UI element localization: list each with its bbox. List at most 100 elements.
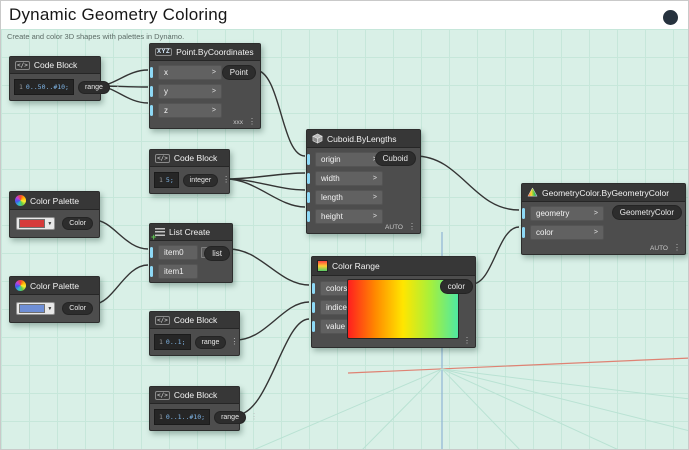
geometry-color-icon: [527, 187, 538, 197]
port-label: geometry: [536, 209, 570, 218]
menu-dots[interactable]: ⋮: [230, 338, 238, 346]
color-dropdown[interactable]: ▼: [16, 217, 56, 230]
point-bycoordinates-node[interactable]: XYZ Point.ByCoordinates x > y > z > Poin…: [149, 43, 261, 129]
wire[interactable]: [225, 172, 306, 180]
output-port-geometrycolor[interactable]: GeometryColor: [611, 205, 682, 220]
chevron-icon: >: [372, 194, 377, 201]
code-editor[interactable]: 1 0..1;: [154, 334, 191, 350]
code-block-node-2[interactable]: </> Code Block 1 5; integer ⋮: [149, 149, 230, 194]
lacing-indicator[interactable]: AUTO: [650, 245, 668, 252]
node-header[interactable]: </> Code Block: [150, 312, 239, 329]
code-icon: </>: [155, 153, 170, 163]
node-header[interactable]: </> Code Block: [10, 57, 100, 74]
port-label: item1: [164, 267, 184, 276]
menu-dots[interactable]: ⋮: [250, 413, 258, 421]
geometrycolor-node[interactable]: GeometryColor.ByGeometryColor geometry >…: [521, 183, 686, 255]
color-range-node[interactable]: Color Range colors indices value color ⋮: [311, 256, 476, 348]
menu-dots[interactable]: ⋮: [463, 337, 471, 345]
output-port-integer[interactable]: integer: [182, 173, 219, 187]
chevron-icon: >: [211, 88, 216, 95]
code-icon: </>: [155, 315, 170, 325]
output-port-list[interactable]: list: [204, 246, 230, 261]
node-title: Color Range: [332, 261, 380, 271]
list-create-node[interactable]: + List Create item0 + − item1 list: [149, 223, 233, 283]
node-title: List Create: [169, 227, 211, 237]
output-port-cuboid[interactable]: Cuboid: [374, 151, 416, 166]
output-port-range[interactable]: range: [194, 335, 227, 349]
input-port-width[interactable]: width >: [307, 171, 383, 186]
wire[interactable]: [93, 219, 149, 250]
input-port-y[interactable]: y >: [150, 84, 222, 99]
output-port-color[interactable]: color: [439, 279, 473, 294]
menu-dots[interactable]: ⋮: [222, 176, 230, 184]
menu-dots[interactable]: ⋮: [114, 83, 122, 91]
lacing-indicator[interactable]: AUTO: [385, 224, 403, 231]
node-header[interactable]: Cuboid.ByLengths: [307, 130, 420, 148]
title-bar: Dynamic Geometry Coloring: [1, 1, 688, 29]
code-block-node-4[interactable]: </> Code Block 1 0..1..#10; range ⋮: [149, 386, 258, 431]
code-block-node-1[interactable]: </> Code Block 1 0..50..#10; range ⋮: [9, 56, 122, 101]
input-port-z[interactable]: z >: [150, 103, 222, 118]
menu-dots[interactable]: ⋮: [408, 223, 416, 231]
input-port-color[interactable]: color >: [522, 225, 604, 240]
node-header[interactable]: + List Create: [150, 224, 232, 241]
output-port-color[interactable]: Color: [62, 302, 93, 315]
menu-dots[interactable]: ⋮: [248, 118, 256, 126]
page-title: Dynamic Geometry Coloring: [9, 5, 228, 24]
wire[interactable]: [228, 248, 310, 286]
code-block-node-3[interactable]: </> Code Block 1 0..1; range ⋮: [149, 311, 240, 356]
wire[interactable]: [471, 226, 520, 285]
cuboid-bylengths-node[interactable]: Cuboid.ByLengths origin > width > length…: [306, 129, 421, 234]
port-label: height: [321, 212, 343, 221]
node-header[interactable]: Color Range: [312, 257, 475, 276]
wire[interactable]: [235, 318, 310, 416]
chevron-icon: >: [593, 229, 598, 236]
node-title: Code Block: [33, 60, 78, 70]
port-label: length: [321, 193, 343, 202]
chevron-icon: >: [211, 69, 216, 76]
avatar-badge[interactable]: [663, 10, 678, 25]
menu-dots[interactable]: ⋮: [673, 244, 681, 252]
output-port-range[interactable]: range: [77, 80, 110, 94]
code-editor[interactable]: 1 0..50..#10;: [14, 79, 74, 95]
node-header[interactable]: Color Palette: [10, 277, 99, 295]
node-title: Code Block: [173, 153, 218, 163]
input-port-x[interactable]: x >: [150, 65, 222, 80]
node-header[interactable]: GeometryColor.ByGeometryColor: [522, 184, 685, 202]
cube-icon: [312, 133, 323, 144]
code-editor[interactable]: 1 5;: [154, 172, 179, 188]
node-header[interactable]: </> Code Block: [150, 150, 229, 167]
port-label: x: [164, 68, 168, 77]
wire[interactable]: [254, 69, 306, 157]
color-swatch-red: [19, 219, 46, 228]
output-port-color[interactable]: Color: [62, 217, 93, 230]
wire[interactable]: [225, 178, 306, 208]
color-dropdown[interactable]: ▼: [16, 302, 56, 315]
input-port-item1[interactable]: item1: [150, 264, 198, 279]
color-wheel-icon: [15, 195, 26, 206]
node-header[interactable]: Color Palette: [10, 192, 99, 210]
wire[interactable]: [93, 264, 149, 305]
input-port-length[interactable]: length >: [307, 190, 383, 205]
wire[interactable]: [235, 301, 310, 341]
color-palette-node-1[interactable]: Color Palette ▼ Color: [9, 191, 100, 238]
node-header[interactable]: </> Code Block: [150, 387, 239, 404]
color-palette-node-2[interactable]: Color Palette ▼ Color: [9, 276, 100, 323]
input-port-height[interactable]: height >: [307, 209, 383, 224]
line-number: 1: [159, 413, 163, 421]
port-label: color: [536, 228, 554, 237]
wire[interactable]: [414, 155, 520, 211]
page-subtitle: Create and color 3D shapes with palettes…: [7, 32, 185, 41]
output-port-range[interactable]: range: [214, 410, 246, 424]
output-port-point[interactable]: Point: [221, 65, 256, 80]
chevron-down-icon: ▼: [47, 220, 53, 227]
line-number: 1: [19, 83, 23, 91]
code-text: 5;: [165, 176, 174, 184]
input-port-item0[interactable]: item0: [150, 245, 198, 260]
color-wheel-icon: [15, 280, 26, 291]
node-header[interactable]: XYZ Point.ByCoordinates: [150, 44, 260, 61]
input-port-origin[interactable]: origin >: [307, 152, 383, 167]
lacing-indicator[interactable]: xxx: [233, 119, 243, 126]
code-editor[interactable]: 1 0..1..#10;: [154, 409, 211, 425]
input-port-geometry[interactable]: geometry >: [522, 206, 604, 221]
